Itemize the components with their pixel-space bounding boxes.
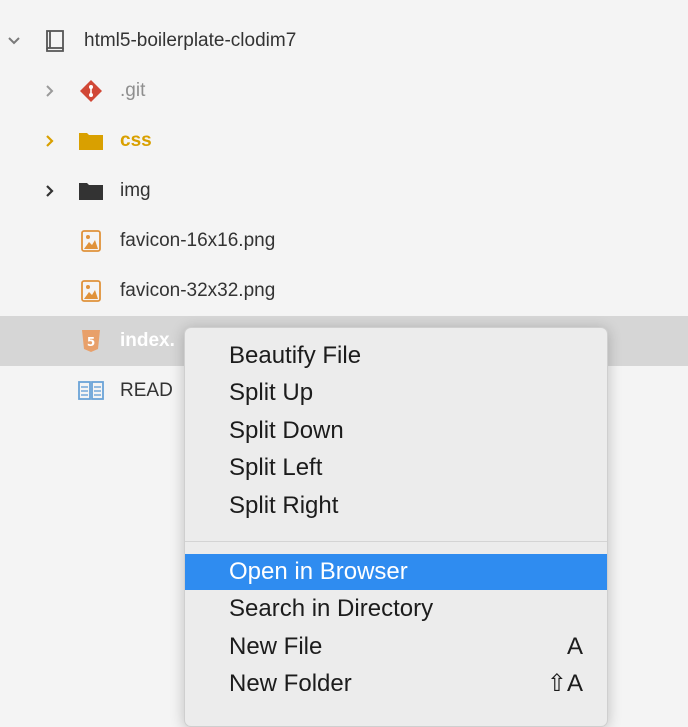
folder-icon [78, 129, 104, 153]
tree-item-label: READ [120, 380, 173, 401]
tree-item-git[interactable]: .git [0, 66, 688, 116]
tree-item-label: index. [120, 330, 175, 351]
chevron-right-icon[interactable] [42, 132, 58, 150]
menu-item-split-right[interactable]: Split Right [185, 488, 607, 524]
menu-item-open-in-browser[interactable]: Open in Browser [185, 554, 607, 590]
image-file-icon [78, 279, 104, 303]
folder-icon [78, 179, 104, 203]
book-open-icon [78, 379, 104, 403]
tree-item-css[interactable]: css [0, 116, 688, 166]
html5-icon: 5 [78, 329, 104, 353]
menu-item-beautify-file[interactable]: Beautify File [185, 338, 607, 374]
git-icon [78, 79, 104, 103]
tree-item-label: favicon-16x16.png [120, 230, 276, 251]
tree-root-label: html5-boilerplate-clodim7 [84, 30, 297, 51]
menu-item-new-folder[interactable]: New Folder ⇧A [185, 666, 607, 702]
tree-item-favicon-32[interactable]: favicon-32x32.png [0, 266, 688, 316]
tree-item-label: css [120, 130, 152, 151]
image-file-icon [78, 229, 104, 253]
menu-item-split-down[interactable]: Split Down [185, 413, 607, 449]
tree-root-row[interactable]: html5-boilerplate-clodim7 [0, 16, 688, 66]
chevron-right-icon[interactable] [42, 82, 58, 100]
tree-item-img[interactable]: img [0, 166, 688, 216]
menu-item-search-in-directory[interactable]: Search in Directory [185, 591, 607, 627]
tree-item-label: .git [120, 80, 146, 101]
menu-shortcut: A [566, 633, 583, 660]
menu-shortcut: ⇧A [546, 670, 583, 697]
svg-text:5: 5 [87, 335, 95, 349]
tree-item-favicon-16[interactable]: favicon-16x16.png [0, 216, 688, 266]
chevron-down-icon[interactable] [6, 32, 22, 50]
tree-item-label: favicon-32x32.png [120, 280, 276, 301]
menu-separator [185, 541, 607, 542]
menu-item-split-left[interactable]: Split Left [185, 450, 607, 486]
chevron-right-icon[interactable] [42, 182, 58, 200]
menu-item-new-file[interactable]: New File A [185, 629, 607, 665]
context-menu: Beautify File Split Up Split Down Split … [184, 327, 608, 727]
menu-item-split-up[interactable]: Split Up [185, 375, 607, 411]
tree-item-label: img [120, 180, 151, 201]
book-icon [42, 29, 68, 53]
